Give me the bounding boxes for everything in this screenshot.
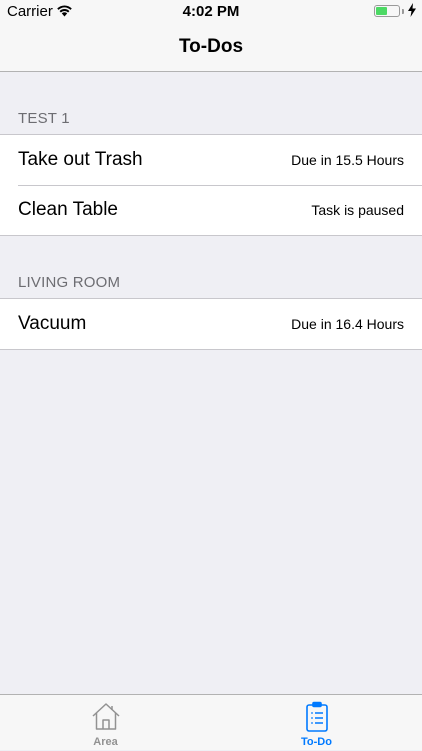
list-item[interactable]: Take out Trash Due in 15.5 Hours [0,135,422,185]
task-title: Clean Table [18,199,119,220]
battery-icon [374,5,400,17]
house-icon [91,701,121,736]
navigation-bar: To-Dos [0,24,422,72]
battery-cap [402,9,404,14]
charging-bolt-icon [408,3,416,22]
page-title: To-Dos [178,36,244,57]
tab-bar: Area To-Do [0,694,422,750]
battery-level [376,7,387,15]
task-status: Due in 16.4 Hours [291,316,404,332]
list-item[interactable]: Clean Table Task is paused [0,185,422,235]
section-header-living-room: LIVING ROOM [18,274,121,291]
tab-label: Area [93,736,118,748]
tab-to-do[interactable]: To-Do [211,695,422,751]
task-status: Due in 15.5 Hours [291,152,404,168]
tab-label: To-Do [301,736,332,748]
task-title: Vacuum [18,313,87,334]
list-item[interactable]: Vacuum Due in 16.4 Hours [0,299,422,349]
section-list-test-1: Take out Trash Due in 15.5 Hours Clean T… [0,134,422,236]
task-title: Take out Trash [18,149,143,170]
tab-area[interactable]: Area [0,695,211,751]
status-bar: Carrier 4:02 PM [0,0,422,24]
section-header-test-1: TEST 1 [18,110,70,127]
task-status: Task is paused [311,202,404,218]
clipboard-list-icon [304,701,330,738]
clock: 4:02 PM [182,3,240,20]
section-list-living-room: Vacuum Due in 16.4 Hours [0,298,422,350]
